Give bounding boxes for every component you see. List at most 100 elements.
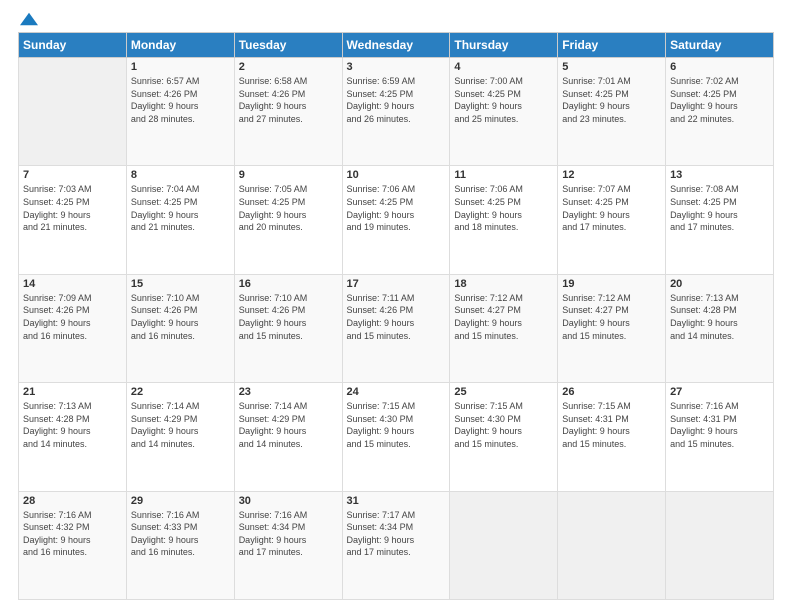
day-number: 10 — [347, 169, 446, 181]
calendar-cell: 23 Sunrise: 7:14 AM Sunset: 4:29 PM Dayli… — [234, 383, 342, 491]
day-info: Sunrise: 7:03 AM Sunset: 4:25 PM Dayligh… — [23, 183, 122, 233]
calendar-cell: 26 Sunrise: 7:15 AM Sunset: 4:31 PM Dayli… — [558, 383, 666, 491]
day-info: Sunrise: 7:16 AM Sunset: 4:32 PM Dayligh… — [23, 509, 122, 559]
calendar-cell: 25 Sunrise: 7:15 AM Sunset: 4:30 PM Dayli… — [450, 383, 558, 491]
calendar-cell: 11 Sunrise: 7:06 AM Sunset: 4:25 PM Dayli… — [450, 166, 558, 274]
calendar-week-row: 7Sunrise: 7:03 AM Sunset: 4:25 PM Daylig… — [19, 166, 774, 274]
day-info: Sunrise: 7:12 AM Sunset: 4:27 PM Dayligh… — [454, 292, 553, 342]
calendar-cell: 18 Sunrise: 7:12 AM Sunset: 4:27 PM Dayli… — [450, 274, 558, 382]
calendar-week-row: 21 Sunrise: 7:13 AM Sunset: 4:28 PM Dayli… — [19, 383, 774, 491]
calendar-header-sunday: Sunday — [19, 33, 127, 58]
logo-icon — [20, 12, 38, 26]
day-number: 16 — [239, 278, 338, 290]
calendar-cell: 28 Sunrise: 7:16 AM Sunset: 4:32 PM Dayli… — [19, 491, 127, 599]
day-number: 31 — [347, 495, 446, 507]
day-info: Sunrise: 7:16 AM Sunset: 4:31 PM Dayligh… — [670, 400, 769, 450]
calendar-cell: 6Sunrise: 7:02 AM Sunset: 4:25 PM Daylig… — [666, 58, 774, 166]
calendar-cell: 17 Sunrise: 7:11 AM Sunset: 4:26 PM Dayli… — [342, 274, 450, 382]
day-info: Sunrise: 7:16 AM Sunset: 4:33 PM Dayligh… — [131, 509, 230, 559]
day-number: 6 — [670, 61, 769, 73]
calendar-cell: 12Sunrise: 7:07 AM Sunset: 4:25 PM Dayli… — [558, 166, 666, 274]
day-info: Sunrise: 7:11 AM Sunset: 4:26 PM Dayligh… — [347, 292, 446, 342]
calendar-cell: 21 Sunrise: 7:13 AM Sunset: 4:28 PM Dayli… — [19, 383, 127, 491]
calendar-cell: 4Sunrise: 7:00 AM Sunset: 4:25 PM Daylig… — [450, 58, 558, 166]
calendar-cell: 5Sunrise: 7:01 AM Sunset: 4:25 PM Daylig… — [558, 58, 666, 166]
calendar-header-row: SundayMondayTuesdayWednesdayThursdayFrid… — [19, 33, 774, 58]
calendar-cell: 31 Sunrise: 7:17 AM Sunset: 4:34 PM Dayli… — [342, 491, 450, 599]
calendar-header-tuesday: Tuesday — [234, 33, 342, 58]
day-info: Sunrise: 7:15 AM Sunset: 4:30 PM Dayligh… — [454, 400, 553, 450]
day-number: 9 — [239, 169, 338, 181]
day-info: Sunrise: 7:06 AM Sunset: 4:25 PM Dayligh… — [454, 183, 553, 233]
day-info: Sunrise: 7:12 AM Sunset: 4:27 PM Dayligh… — [562, 292, 661, 342]
calendar-cell: 1Sunrise: 6:57 AM Sunset: 4:26 PM Daylig… — [126, 58, 234, 166]
day-info: Sunrise: 7:10 AM Sunset: 4:26 PM Dayligh… — [131, 292, 230, 342]
calendar-cell — [558, 491, 666, 599]
calendar-cell: 7Sunrise: 7:03 AM Sunset: 4:25 PM Daylig… — [19, 166, 127, 274]
day-info: Sunrise: 7:09 AM Sunset: 4:26 PM Dayligh… — [23, 292, 122, 342]
day-number: 3 — [347, 61, 446, 73]
day-number: 1 — [131, 61, 230, 73]
day-info: Sunrise: 7:13 AM Sunset: 4:28 PM Dayligh… — [23, 400, 122, 450]
day-info: Sunrise: 7:15 AM Sunset: 4:31 PM Dayligh… — [562, 400, 661, 450]
day-info: Sunrise: 7:13 AM Sunset: 4:28 PM Dayligh… — [670, 292, 769, 342]
day-number: 30 — [239, 495, 338, 507]
day-number: 20 — [670, 278, 769, 290]
day-number: 13 — [670, 169, 769, 181]
day-info: Sunrise: 6:59 AM Sunset: 4:25 PM Dayligh… — [347, 75, 446, 125]
day-info: Sunrise: 7:04 AM Sunset: 4:25 PM Dayligh… — [131, 183, 230, 233]
calendar-cell: 30 Sunrise: 7:16 AM Sunset: 4:34 PM Dayli… — [234, 491, 342, 599]
day-number: 28 — [23, 495, 122, 507]
day-number: 12 — [562, 169, 661, 181]
day-number: 22 — [131, 386, 230, 398]
header — [18, 12, 774, 26]
calendar-header-saturday: Saturday — [666, 33, 774, 58]
page: SundayMondayTuesdayWednesdayThursdayFrid… — [0, 0, 792, 612]
day-number: 21 — [23, 386, 122, 398]
calendar-cell — [19, 58, 127, 166]
day-info: Sunrise: 7:16 AM Sunset: 4:34 PM Dayligh… — [239, 509, 338, 559]
calendar-cell: 9 Sunrise: 7:05 AM Sunset: 4:25 PM Daylig… — [234, 166, 342, 274]
day-number: 27 — [670, 386, 769, 398]
calendar-cell: 22Sunrise: 7:14 AM Sunset: 4:29 PM Dayli… — [126, 383, 234, 491]
day-number: 8 — [131, 169, 230, 181]
calendar-cell: 10Sunrise: 7:06 AM Sunset: 4:25 PM Dayli… — [342, 166, 450, 274]
calendar-cell: 20 Sunrise: 7:13 AM Sunset: 4:28 PM Dayli… — [666, 274, 774, 382]
calendar-cell: 8 Sunrise: 7:04 AM Sunset: 4:25 PM Daylig… — [126, 166, 234, 274]
day-info: Sunrise: 7:00 AM Sunset: 4:25 PM Dayligh… — [454, 75, 553, 125]
day-number: 25 — [454, 386, 553, 398]
calendar-cell: 14 Sunrise: 7:09 AM Sunset: 4:26 PM Dayli… — [19, 274, 127, 382]
day-number: 26 — [562, 386, 661, 398]
calendar-header-friday: Friday — [558, 33, 666, 58]
calendar-cell — [666, 491, 774, 599]
day-info: Sunrise: 7:10 AM Sunset: 4:26 PM Dayligh… — [239, 292, 338, 342]
day-info: Sunrise: 7:14 AM Sunset: 4:29 PM Dayligh… — [239, 400, 338, 450]
day-number: 24 — [347, 386, 446, 398]
day-info: Sunrise: 7:17 AM Sunset: 4:34 PM Dayligh… — [347, 509, 446, 559]
calendar-header-monday: Monday — [126, 33, 234, 58]
day-number: 19 — [562, 278, 661, 290]
calendar-cell: 24 Sunrise: 7:15 AM Sunset: 4:30 PM Dayli… — [342, 383, 450, 491]
day-number: 17 — [347, 278, 446, 290]
calendar-week-row: 14 Sunrise: 7:09 AM Sunset: 4:26 PM Dayli… — [19, 274, 774, 382]
calendar-cell: 19 Sunrise: 7:12 AM Sunset: 4:27 PM Dayli… — [558, 274, 666, 382]
calendar-table: SundayMondayTuesdayWednesdayThursdayFrid… — [18, 32, 774, 600]
calendar-header-thursday: Thursday — [450, 33, 558, 58]
day-number: 18 — [454, 278, 553, 290]
day-info: Sunrise: 7:05 AM Sunset: 4:25 PM Dayligh… — [239, 183, 338, 233]
logo — [18, 12, 38, 26]
day-number: 14 — [23, 278, 122, 290]
calendar-cell: 29Sunrise: 7:16 AM Sunset: 4:33 PM Dayli… — [126, 491, 234, 599]
day-info: Sunrise: 7:15 AM Sunset: 4:30 PM Dayligh… — [347, 400, 446, 450]
calendar-cell — [450, 491, 558, 599]
calendar-cell: 3 Sunrise: 6:59 AM Sunset: 4:25 PM Daylig… — [342, 58, 450, 166]
day-info: Sunrise: 6:58 AM Sunset: 4:26 PM Dayligh… — [239, 75, 338, 125]
day-info: Sunrise: 7:01 AM Sunset: 4:25 PM Dayligh… — [562, 75, 661, 125]
day-number: 11 — [454, 169, 553, 181]
calendar-cell: 13 Sunrise: 7:08 AM Sunset: 4:25 PM Dayli… — [666, 166, 774, 274]
day-info: Sunrise: 7:08 AM Sunset: 4:25 PM Dayligh… — [670, 183, 769, 233]
calendar-week-row: 1Sunrise: 6:57 AM Sunset: 4:26 PM Daylig… — [19, 58, 774, 166]
calendar-cell: 27 Sunrise: 7:16 AM Sunset: 4:31 PM Dayli… — [666, 383, 774, 491]
calendar-cell: 15Sunrise: 7:10 AM Sunset: 4:26 PM Dayli… — [126, 274, 234, 382]
day-number: 23 — [239, 386, 338, 398]
